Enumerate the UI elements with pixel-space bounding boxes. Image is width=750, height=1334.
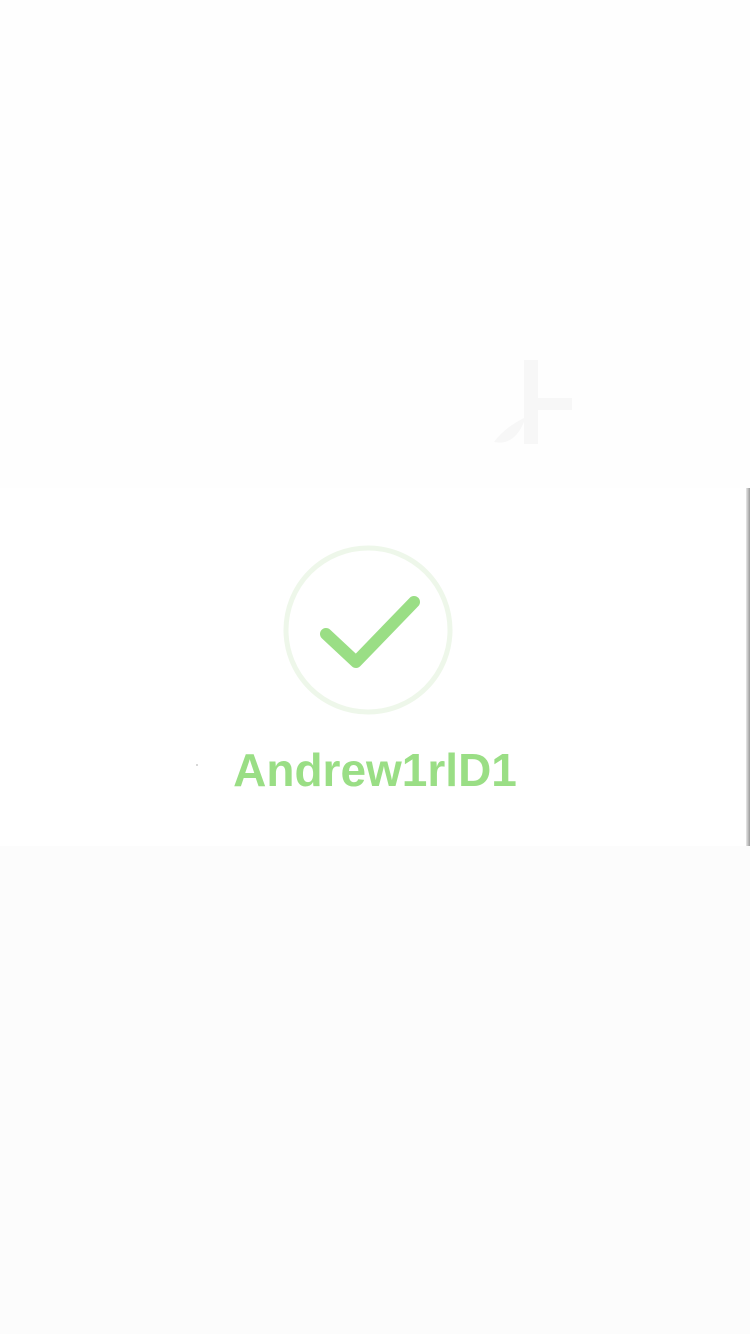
checkmark-circle-icon [283,545,453,715]
username-label: Andrew1rlD1 [233,744,517,796]
bottom-background [0,846,750,1334]
success-card: Andrew1rlD1 [0,488,750,846]
top-background [0,0,750,488]
faint-logo-icon [494,360,572,444]
